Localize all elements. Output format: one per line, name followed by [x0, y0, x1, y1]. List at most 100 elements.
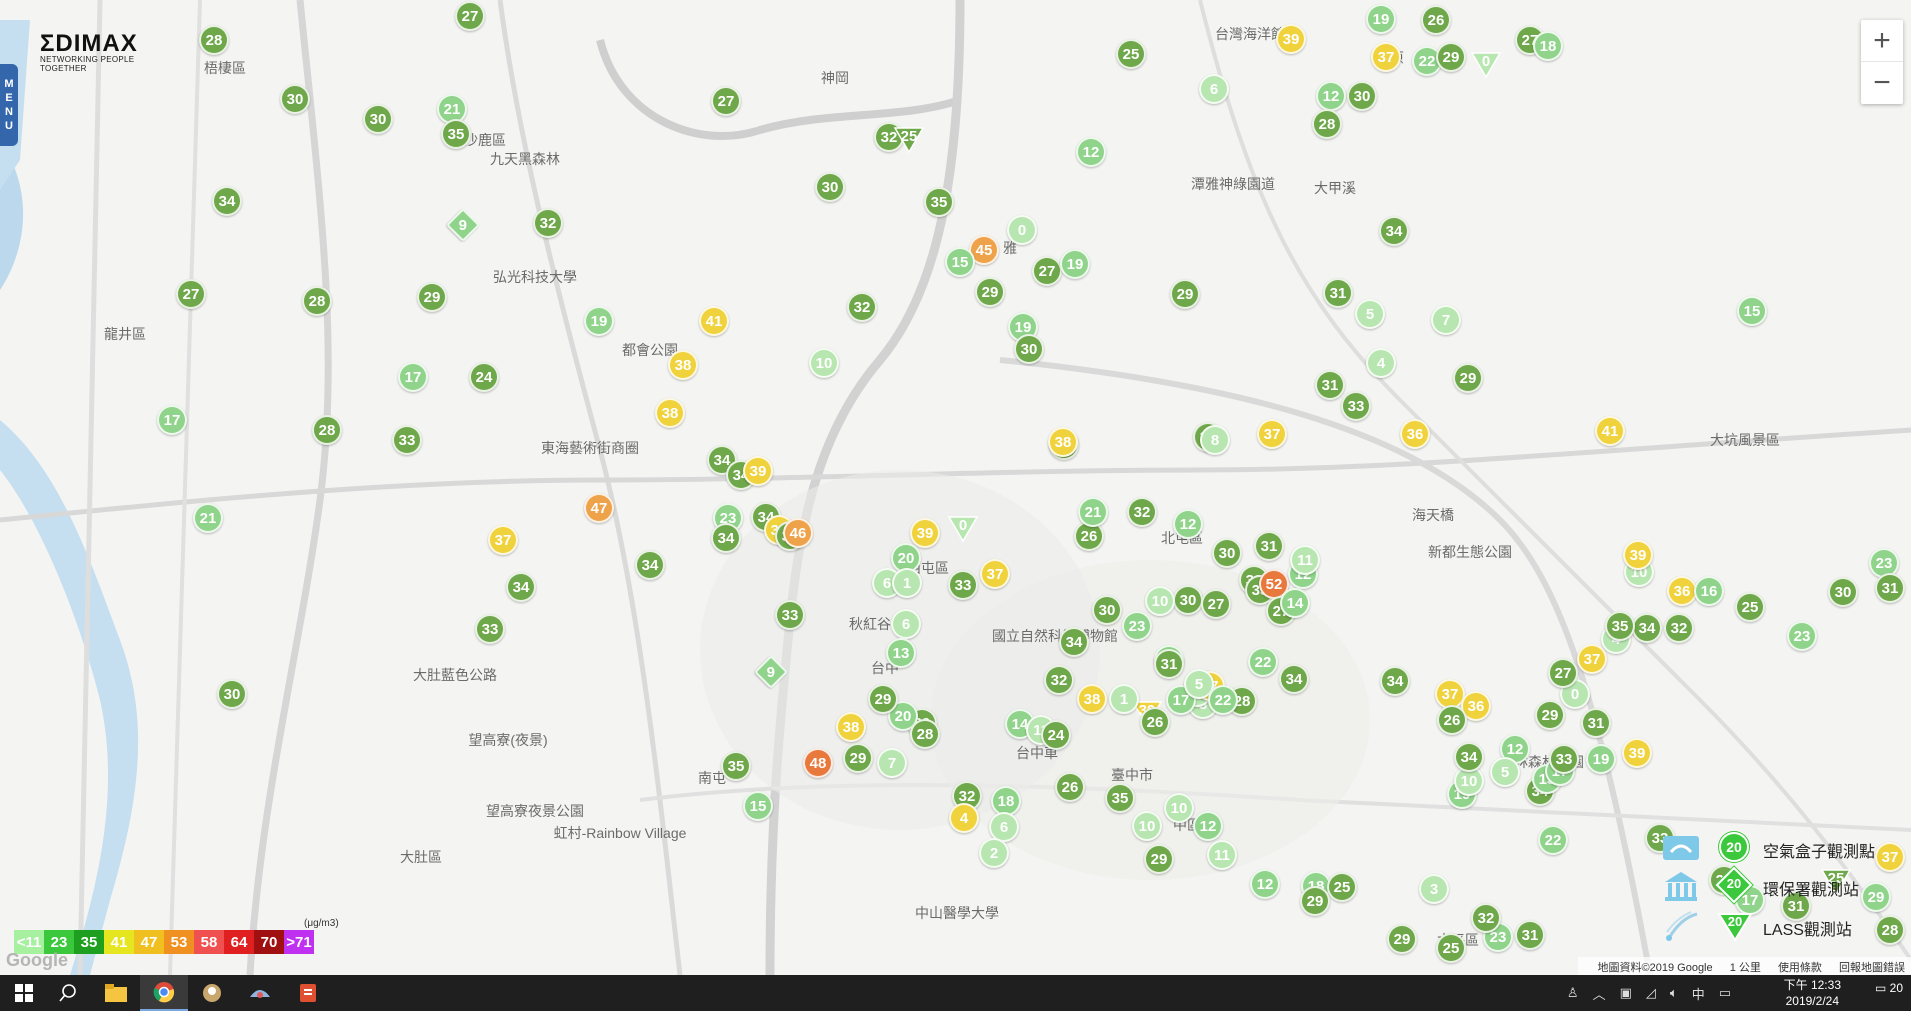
sensor-marker[interactable]: 33: [392, 425, 422, 455]
sensor-marker[interactable]: 29: [417, 282, 447, 312]
sensor-marker[interactable]: 33: [475, 614, 505, 644]
sensor-marker[interactable]: 35: [721, 751, 751, 781]
sensor-marker[interactable]: 32: [1664, 613, 1694, 643]
sensor-marker[interactable]: 31: [1323, 278, 1353, 308]
sensor-marker[interactable]: 35: [1105, 783, 1135, 813]
sensor-marker[interactable]: 0: [947, 515, 979, 543]
sensor-marker[interactable]: 30: [1173, 585, 1203, 615]
attribution-terms-link[interactable]: 使用條款: [1778, 962, 1822, 974]
app-button-3[interactable]: [284, 975, 332, 1011]
volume-icon[interactable]: 🔈︎: [1670, 985, 1678, 1001]
sensor-marker[interactable]: 6: [891, 609, 921, 639]
sensor-marker[interactable]: 30: [1014, 334, 1044, 364]
sensor-marker[interactable]: 25: [1327, 872, 1357, 902]
sensor-marker[interactable]: 23: [1787, 621, 1817, 651]
sensor-marker[interactable]: 29: [1144, 844, 1174, 874]
sensor-marker[interactable]: 29: [868, 684, 898, 714]
sensor-marker[interactable]: 5: [1490, 757, 1520, 787]
sensor-marker[interactable]: 10: [1164, 793, 1194, 823]
sensor-marker[interactable]: 24: [1041, 720, 1071, 750]
sensor-marker[interactable]: 29: [975, 277, 1005, 307]
sensor-marker[interactable]: 25: [1735, 592, 1765, 622]
sensor-marker[interactable]: 32: [1044, 665, 1074, 695]
sensor-marker[interactable]: 19: [1586, 744, 1616, 774]
file-explorer-button[interactable]: [92, 975, 140, 1011]
sensor-marker[interactable]: 29: [1387, 924, 1417, 954]
sensor-marker[interactable]: 2: [979, 838, 1009, 868]
sensor-marker[interactable]: 35: [924, 187, 954, 217]
sensor-marker[interactable]: 31: [1515, 920, 1545, 950]
sensor-marker[interactable]: 30: [1092, 595, 1122, 625]
sensor-marker[interactable]: 21: [1078, 497, 1108, 527]
sensor-marker[interactable]: 28: [199, 25, 229, 55]
sensor-marker[interactable]: 23: [1122, 611, 1152, 641]
sensor-marker[interactable]: 22: [1248, 647, 1278, 677]
sensor-marker[interactable]: 14: [1280, 588, 1310, 618]
sensor-marker[interactable]: 30: [1347, 81, 1377, 111]
sensor-marker[interactable]: 26: [1055, 772, 1085, 802]
sensor-marker[interactable]: 22: [1538, 825, 1568, 855]
sensor-marker[interactable]: 30: [363, 104, 393, 134]
person-icon[interactable]: ♙: [1567, 985, 1579, 1001]
sensor-marker[interactable]: 31: [1875, 573, 1905, 603]
sensor-marker[interactable]: 33: [1341, 391, 1371, 421]
security-icon[interactable]: ▣: [1620, 985, 1632, 1001]
sensor-marker[interactable]: 37: [1577, 644, 1607, 674]
sensor-marker[interactable]: 8: [1200, 425, 1230, 455]
sensor-marker[interactable]: 32: [533, 208, 563, 238]
sensor-marker[interactable]: 27: [711, 86, 741, 116]
sensor-marker[interactable]: 15: [945, 247, 975, 277]
sensor-marker[interactable]: 37: [488, 525, 518, 555]
sensor-marker[interactable]: 3: [1419, 874, 1449, 904]
sensor-marker[interactable]: 13: [886, 638, 916, 668]
sensor-marker[interactable]: 6: [1199, 74, 1229, 104]
sensor-marker[interactable]: 33: [1549, 744, 1579, 774]
sensor-marker[interactable]: 27: [1548, 658, 1578, 688]
sensor-marker[interactable]: 29: [1436, 42, 1466, 72]
sensor-marker[interactable]: 21: [193, 503, 223, 533]
sensor-marker[interactable]: 28: [302, 286, 332, 316]
sensor-marker[interactable]: 12: [1250, 869, 1280, 899]
sensor-marker[interactable]: 10: [1145, 586, 1175, 616]
sensor-marker[interactable]: 10: [1132, 811, 1162, 841]
sensor-marker[interactable]: 32: [1127, 497, 1157, 527]
sensor-marker[interactable]: 18: [1533, 31, 1563, 61]
sensor-marker[interactable]: 5: [1355, 299, 1385, 329]
sensor-marker[interactable]: 34: [1059, 627, 1089, 657]
sensor-marker[interactable]: 29: [1453, 363, 1483, 393]
sensor-marker[interactable]: 34: [1380, 666, 1410, 696]
sensor-marker[interactable]: 24: [469, 362, 499, 392]
sensor-marker[interactable]: 38: [668, 350, 698, 380]
sensor-marker[interactable]: 30: [280, 84, 310, 114]
sensor-marker[interactable]: 48: [803, 748, 833, 778]
sensor-marker[interactable]: 12: [1193, 811, 1223, 841]
notification-button[interactable]: ▭ 20: [1875, 981, 1903, 995]
app-button-1[interactable]: [188, 975, 236, 1011]
sensor-marker[interactable]: 25: [893, 126, 925, 154]
sensor-marker[interactable]: 34: [1379, 216, 1409, 246]
sensor-marker[interactable]: 34: [635, 550, 665, 580]
sensor-marker[interactable]: 32: [1471, 903, 1501, 933]
sensor-marker[interactable]: 47: [584, 493, 614, 523]
sensor-marker[interactable]: 27: [176, 279, 206, 309]
sensor-marker[interactable]: 4: [949, 803, 979, 833]
sensor-marker[interactable]: 34: [1632, 613, 1662, 643]
sensor-marker[interactable]: 31: [1154, 649, 1184, 679]
search-button[interactable]: [44, 975, 92, 1011]
sensor-marker[interactable]: 19: [1060, 249, 1090, 279]
keyboard-icon[interactable]: ▭: [1719, 985, 1731, 1001]
sensor-marker[interactable]: 31: [1315, 370, 1345, 400]
sensor-marker[interactable]: 12: [1316, 81, 1346, 111]
sensor-marker[interactable]: 34: [1454, 742, 1484, 772]
sensor-marker[interactable]: 34: [1279, 664, 1309, 694]
sensor-marker[interactable]: 39: [910, 518, 940, 548]
sensor-marker[interactable]: 26: [1140, 707, 1170, 737]
sensor-marker[interactable]: 37: [1257, 419, 1287, 449]
sensor-marker[interactable]: 30: [1212, 538, 1242, 568]
sensor-marker[interactable]: 33: [775, 600, 805, 630]
sensor-marker[interactable]: 33: [948, 570, 978, 600]
attribution-report-link[interactable]: 回報地圖錯誤: [1839, 962, 1905, 974]
sensor-marker[interactable]: 0: [1007, 215, 1037, 245]
sensor-marker[interactable]: 29: [1170, 279, 1200, 309]
sensor-marker[interactable]: 29: [843, 743, 873, 773]
